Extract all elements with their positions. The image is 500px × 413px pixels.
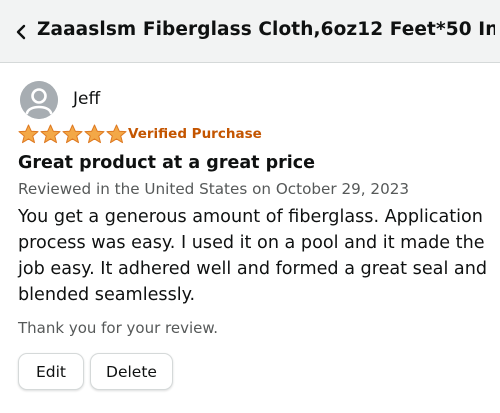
edit-button[interactable]: Edit [18, 353, 84, 390]
review-title: Great product at a great price [18, 153, 315, 173]
thank-you-message: Thank you for your review. [18, 319, 219, 337]
reviewer-name: Jeff [73, 89, 101, 109]
review-body: You get a generous amount of fiberglass.… [18, 207, 488, 305]
review-meta: Reviewed in the United States on October… [18, 180, 410, 198]
star-icon [62, 124, 83, 144]
chevron-left-icon[interactable] [14, 22, 28, 42]
star-icon [40, 124, 61, 144]
star-icon [106, 124, 127, 144]
star-icon [84, 124, 105, 144]
star-rating [18, 124, 127, 144]
star-icon [18, 124, 39, 144]
user-avatar-icon [20, 81, 58, 119]
delete-button[interactable]: Delete [90, 353, 173, 390]
verified-purchase-badge: Verified Purchase [128, 126, 262, 142]
top-bar: Zaaaslsm Fiberglass Cloth,6oz12 Feet*50 … [0, 0, 500, 63]
product-title[interactable]: Zaaaslsm Fiberglass Cloth,6oz12 Feet*50 … [37, 19, 495, 40]
